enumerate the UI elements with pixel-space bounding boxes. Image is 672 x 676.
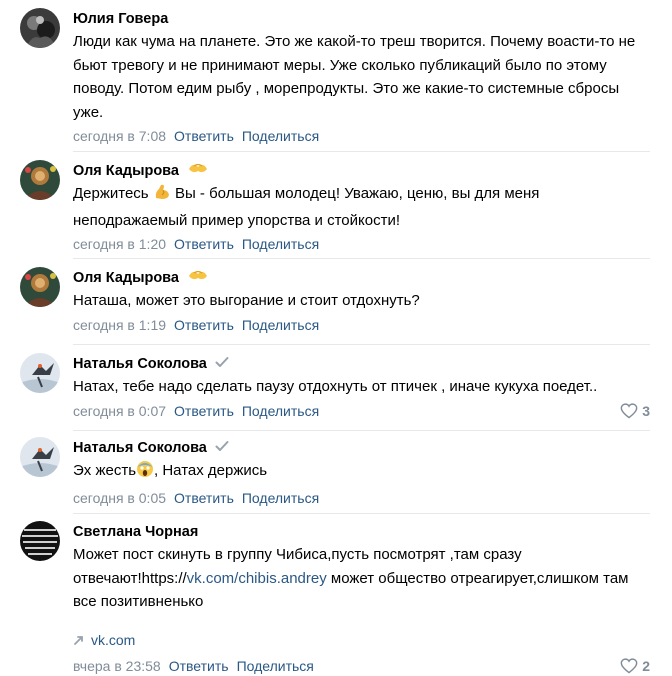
comments-list: Юлия Говера Люди как чума на планете. Эт…: [0, 0, 672, 674]
divider: [73, 151, 650, 152]
comment-text: Может пост скинуть в группу Чибиса,пусть…: [73, 546, 629, 610]
link-attachment-label[interactable]: vk.com: [91, 632, 135, 648]
comment-date[interactable]: сегодня в 7:08: [73, 128, 166, 144]
comment-date[interactable]: сегодня в 0:07: [73, 403, 166, 419]
comment-text: Люди как чума на планете. Это же какой-т…: [73, 33, 636, 121]
heart-hands-emoji-icon: [187, 160, 209, 182]
author-name[interactable]: Оля Кадырова: [73, 163, 179, 179]
comment-meta: сегодня в 1:20 Ответить Поделиться: [73, 234, 650, 254]
divider: [73, 258, 650, 259]
comment-date[interactable]: вчера в 23:58: [73, 658, 161, 674]
reply-button[interactable]: Ответить: [174, 128, 234, 144]
reply-button[interactable]: Ответить: [174, 317, 234, 333]
like-count: 3: [642, 402, 650, 419]
heart-icon: [620, 402, 638, 418]
reply-button[interactable]: Ответить: [174, 403, 234, 419]
author-name[interactable]: Светлана Чорная: [73, 524, 198, 540]
divider: [73, 344, 650, 345]
share-button[interactable]: Поделиться: [237, 658, 314, 674]
reply-button[interactable]: Ответить: [174, 236, 234, 252]
share-button[interactable]: Поделиться: [242, 403, 319, 419]
avatar[interactable]: [20, 353, 60, 393]
reply-button[interactable]: Ответить: [169, 658, 229, 674]
share-button[interactable]: Поделиться: [242, 490, 319, 506]
comment-text: Наташа, может это выгорание и стоит отдо…: [73, 292, 420, 309]
author-name[interactable]: Наталья Соколова: [73, 440, 207, 456]
avatar[interactable]: [20, 521, 60, 561]
avatar[interactable]: [20, 267, 60, 307]
like-count: 2: [642, 657, 650, 674]
like-button[interactable]: 2: [620, 656, 650, 676]
author-name[interactable]: Юлия Говера: [73, 11, 168, 27]
comment-meta: вчера в 23:58 Ответить Поделиться 2: [73, 656, 650, 676]
heart-hands-emoji-icon: [187, 267, 209, 289]
divider: [73, 430, 650, 431]
check-icon: [215, 353, 229, 375]
link-attachment[interactable]: vk.com: [73, 632, 650, 648]
reply-button[interactable]: Ответить: [174, 490, 234, 506]
check-icon: [215, 437, 229, 459]
comment-date[interactable]: сегодня в 1:20: [73, 236, 166, 252]
screaming-face-emoji-icon: [136, 460, 154, 486]
author-name[interactable]: Наталья Соколова: [73, 356, 207, 372]
like-button[interactable]: 3: [620, 401, 650, 421]
divider: [73, 513, 650, 514]
comment-meta: сегодня в 0:07 Ответить Поделиться 3: [73, 401, 650, 421]
comment-meta: сегодня в 1:19 Ответить Поделиться: [73, 315, 650, 335]
comment-meta: сегодня в 7:08 Ответить Поделиться: [73, 126, 650, 146]
heart-icon: [620, 657, 638, 673]
share-button[interactable]: Поделиться: [242, 236, 319, 252]
comment-date[interactable]: сегодня в 0:05: [73, 490, 166, 506]
comment-link[interactable]: vk.com/chibis.andrey: [187, 570, 327, 587]
avatar[interactable]: [20, 160, 60, 200]
comment-text: Эх жесть, Натах держись: [73, 459, 650, 486]
share-button[interactable]: Поделиться: [242, 128, 319, 144]
flexed-biceps-emoji-icon: [153, 183, 171, 209]
comment-meta: сегодня в 0:05 Ответить Поделиться: [73, 488, 650, 508]
comment-text: Держитесь Вы - большая молодец! Уважаю, …: [73, 183, 540, 229]
link-icon: [74, 635, 83, 645]
avatar[interactable]: [20, 8, 60, 48]
comment-text: Натах, тебе надо сделать паузу отдохнуть…: [73, 378, 598, 395]
author-name[interactable]: Оля Кадырова: [73, 270, 179, 286]
comment-date[interactable]: сегодня в 1:19: [73, 317, 166, 333]
avatar[interactable]: [20, 437, 60, 477]
share-button[interactable]: Поделиться: [242, 317, 319, 333]
